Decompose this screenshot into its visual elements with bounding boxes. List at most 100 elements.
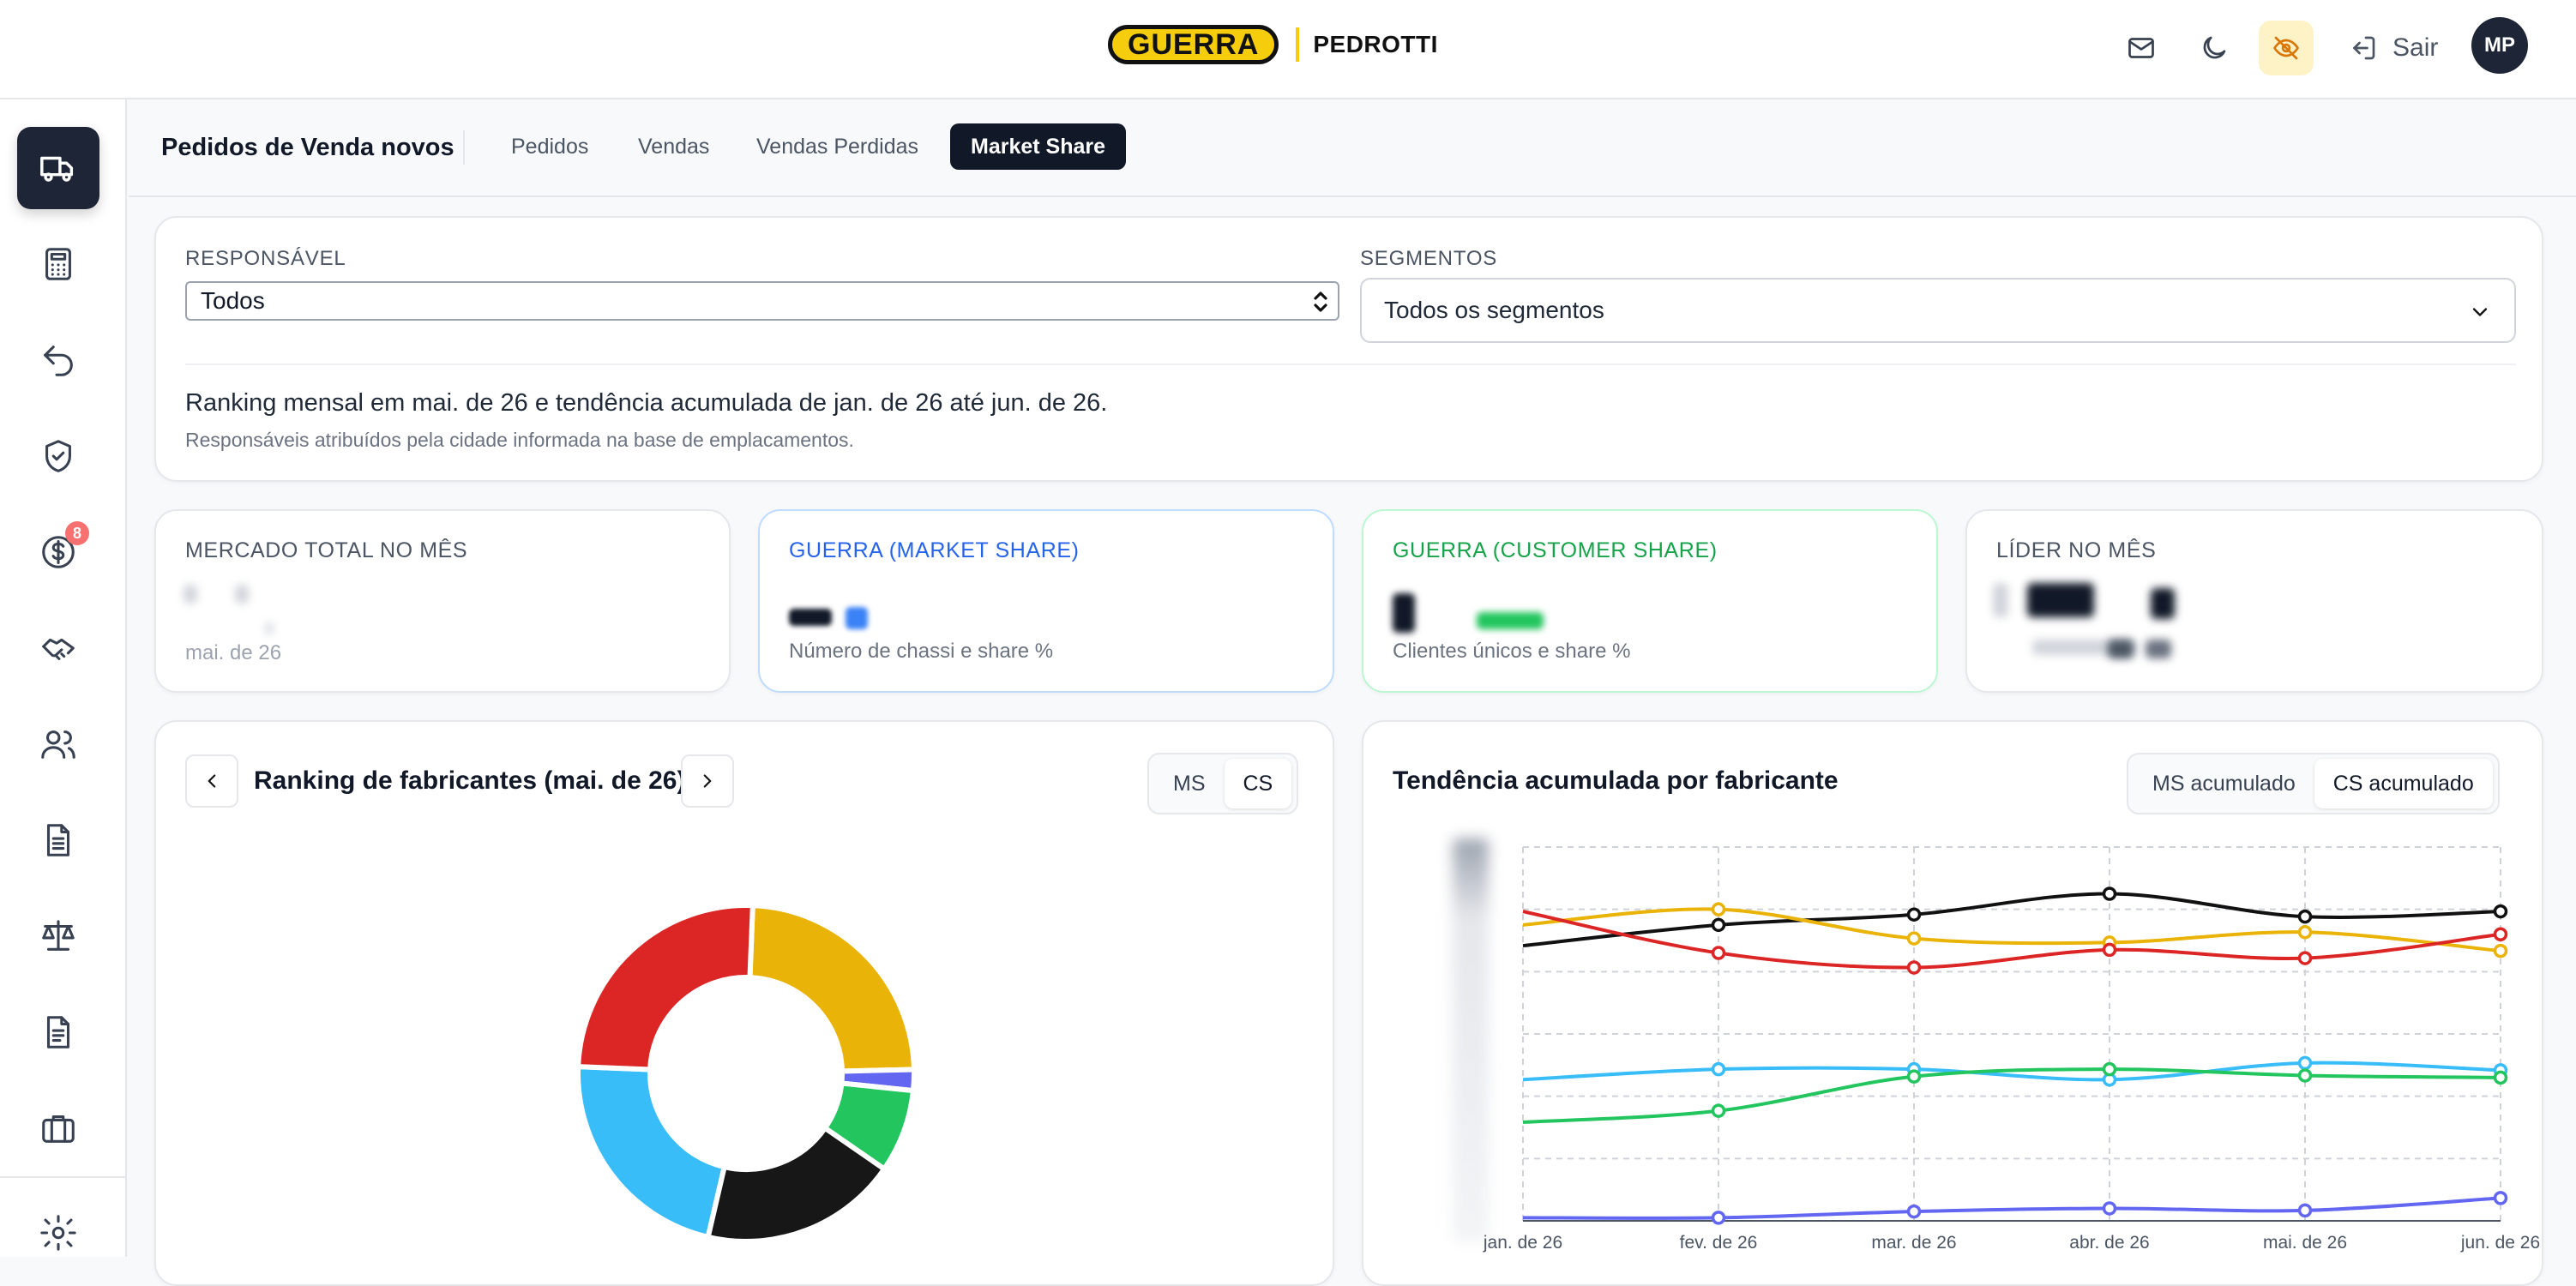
- chevron-left-icon: [208, 774, 216, 788]
- tab-market-share[interactable]: Market Share: [950, 123, 1127, 170]
- blurred-value: [2027, 583, 2094, 617]
- series-point-5[interactable]: [1711, 1211, 1726, 1225]
- series-point-1[interactable]: [2297, 925, 2313, 940]
- sidebar-item-calculadora[interactable]: [17, 223, 99, 305]
- series-point-0[interactable]: [2493, 904, 2508, 919]
- series-point-1[interactable]: [1711, 902, 1726, 916]
- sidebar-item-clientes[interactable]: [17, 703, 99, 785]
- brand-logo[interactable]: GUERRA PEDROTTI: [1108, 24, 1438, 65]
- series-point-1[interactable]: [2493, 943, 2508, 958]
- kpi-cs-title: GUERRA (CUSTOMER SHARE): [1393, 538, 1718, 562]
- sidebar-item-financeiro[interactable]: 8: [17, 511, 99, 593]
- sidebar-item-juridico[interactable]: [17, 895, 99, 977]
- sidebar-item-documentos[interactable]: [17, 799, 99, 881]
- toggle-ms[interactable]: MS: [1154, 759, 1225, 808]
- ranking-title: Ranking de fabricantes (mai. de 26): [254, 766, 686, 795]
- next-month-button[interactable]: [681, 754, 734, 808]
- series-line-0: [1522, 892, 2501, 948]
- series-point-0[interactable]: [1711, 917, 1726, 933]
- tab-vendas[interactable]: Vendas: [617, 123, 730, 170]
- kpi-card-market-share: GUERRA (MARKET SHARE) Número de chassi e…: [758, 509, 1334, 693]
- series-point-2[interactable]: [1711, 946, 1726, 960]
- logout-label: Sair: [2392, 33, 2439, 62]
- trend-card: Tendência acumulada por fabricante MS ac…: [1362, 720, 2543, 1286]
- series-point-3[interactable]: [2297, 1055, 2313, 1071]
- eye-off-icon[interactable]: [2259, 21, 2314, 75]
- ranking-share-toggle: MS CS: [1147, 753, 1299, 814]
- notification-badge: 8: [65, 521, 89, 545]
- blurred-value: [266, 622, 273, 634]
- blurred-value: [1477, 612, 1544, 629]
- page-title: Pedidos de Venda novos: [161, 134, 454, 161]
- blurred-value: [184, 585, 197, 604]
- series-point-5[interactable]: [2493, 1191, 2508, 1205]
- kpi-ms-title: GUERRA (MARKET SHARE): [789, 538, 1080, 562]
- series-point-4[interactable]: [1906, 1069, 1922, 1084]
- document-alt-icon: [46, 1016, 70, 1049]
- series-point-2[interactable]: [1906, 960, 1922, 975]
- series-point-4[interactable]: [2102, 1061, 2117, 1077]
- filter-card: RESPONSÁVEL Todos SEGMENTOS Todos os seg…: [154, 216, 2543, 482]
- series-point-0[interactable]: [2102, 886, 2117, 901]
- segmentos-select[interactable]: Todos os segmentos: [1360, 278, 2516, 343]
- scale-icon: [42, 920, 75, 951]
- shield-check-icon: [45, 440, 71, 472]
- moon-icon[interactable]: [2187, 21, 2242, 75]
- sidebar-item-configuracoes[interactable]: [17, 1192, 99, 1274]
- toggle-cs[interactable]: CS: [1224, 759, 1292, 808]
- x-tick-label: jun. de 26: [2460, 1233, 2540, 1253]
- previous-month-button[interactable]: [185, 754, 238, 808]
- kpi-card-customer-share: GUERRA (CUSTOMER SHARE) Clientes únicos …: [1362, 509, 1938, 693]
- series-point-3[interactable]: [1711, 1061, 1726, 1077]
- donut-slice-5[interactable]: [575, 903, 755, 1073]
- subnav-divider: [463, 130, 465, 165]
- series-point-5[interactable]: [1906, 1204, 1922, 1219]
- blurred-value: [789, 609, 832, 626]
- series-point-5[interactable]: [2102, 1201, 2117, 1216]
- x-tick-label: abr. de 26: [2069, 1233, 2149, 1253]
- x-tick-label: jan. de 26: [1483, 1233, 1562, 1253]
- ranking-donut-chart: [575, 903, 918, 1244]
- donut-slice-4[interactable]: [575, 1064, 728, 1241]
- tab-vendas-perdidas[interactable]: Vendas Perdidas: [736, 123, 939, 170]
- sidebar-item-relatorios[interactable]: [17, 991, 99, 1073]
- donut-slice-0[interactable]: [747, 903, 918, 1074]
- sidebar-item-devolucoes[interactable]: [17, 319, 99, 401]
- sidebar-item-garantia[interactable]: [17, 415, 99, 497]
- mail-icon[interactable]: [2114, 21, 2169, 75]
- logout-button[interactable]: Sair: [2348, 21, 2438, 75]
- sidebar: 8: [0, 99, 127, 1257]
- handshake-icon: [42, 638, 75, 660]
- series-point-2[interactable]: [2297, 951, 2313, 965]
- blurred-value: [1993, 583, 2008, 617]
- kpi-card-lider: LÍDER NO MÊS: [1965, 509, 2543, 693]
- series-point-0[interactable]: [1906, 907, 1922, 922]
- series-point-4[interactable]: [2493, 1070, 2508, 1085]
- kpi-mercado-subtitle: mai. de 26: [185, 641, 282, 664]
- document-icon: [46, 824, 70, 856]
- series-point-2[interactable]: [2102, 942, 2117, 958]
- series-point-1[interactable]: [1906, 931, 1922, 946]
- trend-line-chart: jan. de 26 fev. de 26 mar. de 26 abr. de 26…: [1483, 846, 2540, 1253]
- settings-icon: [40, 1215, 76, 1251]
- truck-icon: [40, 156, 74, 182]
- tab-pedidos[interactable]: Pedidos: [491, 123, 609, 170]
- sidebar-item-comercial[interactable]: [17, 1087, 99, 1169]
- responsavel-select[interactable]: Todos: [185, 281, 1339, 321]
- series-point-0[interactable]: [2297, 909, 2313, 924]
- series-point-2[interactable]: [2493, 927, 2508, 941]
- series-point-4[interactable]: [2297, 1068, 2313, 1083]
- blurred-value: [235, 585, 249, 604]
- logout-icon: [2353, 36, 2375, 60]
- sidebar-divider: [0, 1176, 125, 1178]
- series-point-5[interactable]: [2297, 1203, 2313, 1218]
- ranking-card: Ranking de fabricantes (mai. de 26) MS C…: [154, 720, 1334, 1286]
- avatar[interactable]: MP: [2471, 17, 2528, 74]
- blurred-value: [2151, 588, 2175, 619]
- sidebar-item-negociacoes[interactable]: [17, 607, 99, 689]
- sidebar-item-pedidos[interactable]: [17, 127, 99, 209]
- series-point-4[interactable]: [1711, 1103, 1726, 1118]
- chevron-down-icon: [2472, 308, 2488, 316]
- blurred-value: [846, 607, 868, 629]
- section-subnav: Pedidos de Venda novos Pedidos Vendas Ve…: [129, 101, 2576, 197]
